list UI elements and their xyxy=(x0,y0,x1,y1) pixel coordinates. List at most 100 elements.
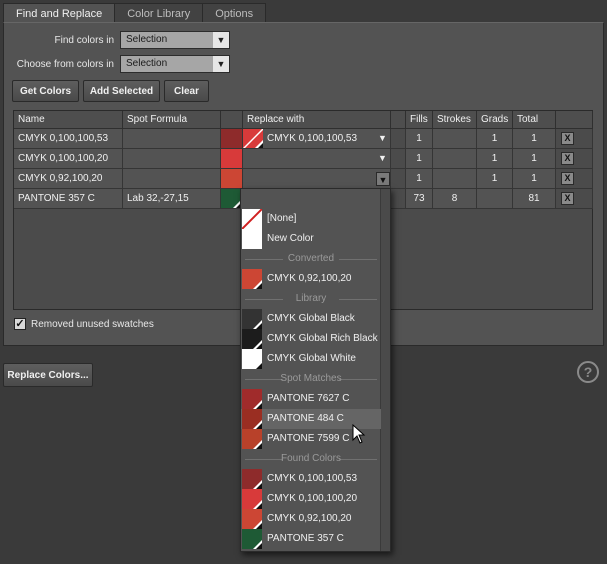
choose-from-colors-in-select[interactable]: Selection ▼ xyxy=(120,55,230,73)
row-strokes xyxy=(433,129,477,149)
dropdown-item[interactable]: New Color xyxy=(241,229,381,249)
dropdown-item-swatch xyxy=(242,269,262,289)
dropdown-item[interactable]: CMYK Global Black xyxy=(241,309,381,329)
row-total: 81 xyxy=(513,189,556,209)
replace-colors-button[interactable]: Replace Colors... xyxy=(3,363,93,387)
dropdown-item-label: PANTONE 7627 C xyxy=(267,393,350,404)
row-strokes: 8 xyxy=(433,189,477,209)
dropdown-item-label: PANTONE 357 C xyxy=(267,533,344,544)
col-fills: Fills xyxy=(406,111,433,129)
chevron-down-icon[interactable]: ▼ xyxy=(376,172,390,186)
row-total: 1 xyxy=(513,129,556,149)
dropdown-item-swatch xyxy=(242,429,262,449)
row-spot-formula xyxy=(123,169,221,189)
chevron-down-icon: ▼ xyxy=(213,56,229,72)
row-arrow-cell xyxy=(391,189,406,209)
row-fills: 1 xyxy=(406,169,433,189)
col-swatch xyxy=(221,111,243,129)
remove-row-button[interactable]: X xyxy=(561,152,574,165)
tab-color-library[interactable]: Color Library xyxy=(114,3,204,23)
add-selected-button[interactable]: Add Selected xyxy=(83,80,160,102)
tab-find-and-replace[interactable]: Find and Replace xyxy=(3,3,116,24)
dropdown-scrollbar[interactable] xyxy=(380,189,390,551)
dropdown-item[interactable]: CMYK 0,92,100,20 xyxy=(241,269,381,289)
dropdown-item[interactable]: CMYK Global Rich Black xyxy=(241,329,381,349)
row-grads: 1 xyxy=(477,149,513,169)
row-total: 1 xyxy=(513,169,556,189)
dropdown-item-swatch xyxy=(241,208,263,230)
remove-row-button[interactable]: X xyxy=(561,132,574,145)
dropdown-item-label: PANTONE 484 C xyxy=(267,413,344,424)
dropdown-item-label: CMYK 0,100,100,20 xyxy=(267,493,358,504)
dropdown-item-label: PANTONE 7599 C xyxy=(267,433,350,444)
row-grads xyxy=(477,189,513,209)
col-grads: Grads xyxy=(477,111,513,129)
row-fills: 1 xyxy=(406,149,433,169)
clear-button[interactable]: Clear xyxy=(164,80,209,102)
get-colors-button[interactable]: Get Colors xyxy=(12,80,79,102)
dropdown-item-label: CMYK Global Rich Black xyxy=(267,333,378,344)
row-arrow-cell xyxy=(391,129,406,149)
row-replace-with[interactable] xyxy=(243,169,391,189)
replace-with-label: CMYK 0,100,100,53 xyxy=(267,133,358,144)
remove-row-button[interactable]: X xyxy=(561,192,574,205)
dropdown-item-label: New Color xyxy=(267,233,314,244)
dropdown-section-label: Found Colors xyxy=(280,453,342,464)
choose-from-colors-in-value: Selection xyxy=(121,56,213,72)
mouse-cursor-icon xyxy=(352,424,366,444)
dropdown-item[interactable]: CMYK 0,92,100,20 xyxy=(241,509,381,529)
dropdown-item[interactable]: CMYK 0,100,100,53 xyxy=(241,469,381,489)
help-icon[interactable]: ? xyxy=(577,361,599,383)
dropdown-item-swatch xyxy=(242,349,262,369)
row-fills: 1 xyxy=(406,129,433,149)
dropdown-item[interactable]: PANTONE 357 C xyxy=(241,529,381,549)
dropdown-item-swatch xyxy=(242,409,262,429)
row-replace-with[interactable]: CMYK 0,100,100,53 xyxy=(243,129,391,149)
find-colors-in-select[interactable]: Selection ▼ xyxy=(120,31,230,49)
dropdown-item-label: CMYK 0,92,100,20 xyxy=(267,513,352,524)
row-spot-formula xyxy=(123,129,221,149)
col-name: Name xyxy=(14,111,123,129)
dropdown-item-label: [None] xyxy=(267,213,297,224)
row-color-swatch xyxy=(221,169,243,189)
dropdown-item[interactable]: [None] xyxy=(241,208,381,230)
dropdown-item-swatch xyxy=(242,469,262,489)
row-replace-with[interactable] xyxy=(243,149,391,169)
dropdown-item-swatch xyxy=(242,389,262,409)
row-color-swatch xyxy=(221,129,243,149)
dropdown-section-header: Spot Matches xyxy=(241,369,381,389)
row-grads: 1 xyxy=(477,169,513,189)
dropdown-item-swatch xyxy=(242,529,262,549)
dropdown-item[interactable]: CMYK Global White xyxy=(241,349,381,369)
row-color-swatch xyxy=(221,149,243,169)
dropdown-section-header: Converted xyxy=(241,249,381,269)
dropdown-section-label: Converted xyxy=(287,253,335,264)
row-fills: 73 xyxy=(406,189,433,209)
chevron-down-icon[interactable]: ▼ xyxy=(378,133,387,143)
row-name: CMYK 0,100,100,53 xyxy=(14,129,123,149)
col-total: Total xyxy=(513,111,556,129)
row-strokes xyxy=(433,169,477,189)
removed-unused-checkbox[interactable]: ✓ xyxy=(14,318,26,330)
dropdown-item-swatch xyxy=(242,329,262,349)
dropdown-item[interactable]: CMYK 0,100,100,20 xyxy=(241,489,381,509)
remove-row-button[interactable]: X xyxy=(561,172,574,185)
replace-color-swatch xyxy=(243,129,263,148)
col-strokes: Strokes xyxy=(433,111,477,129)
removed-unused-label: Removed unused swatches xyxy=(31,319,154,330)
chevron-down-icon[interactable]: ▼ xyxy=(378,153,387,163)
dropdown-item-label: CMYK 0,100,100,53 xyxy=(267,473,358,484)
replace-with-dropdown: [None] New Color Converted CMYK 0,92,100,20… xyxy=(240,188,391,552)
find-colors-in-label: Find colors in xyxy=(54,34,114,46)
row-arrow-cell xyxy=(391,169,406,189)
dropdown-section-label: Library xyxy=(295,293,327,304)
tab-options[interactable]: Options xyxy=(202,3,267,23)
dropdown-item-label: CMYK Global Black xyxy=(267,313,355,324)
dropdown-item[interactable]: PANTONE 7627 C xyxy=(241,389,381,409)
dropdown-section-header: Found Colors xyxy=(241,449,381,469)
col-replace-with: Replace with xyxy=(243,111,391,129)
dropdown-item-swatch xyxy=(242,489,262,509)
row-name: PANTONE 357 C xyxy=(14,189,123,209)
dropdown-section-label: Spot Matches xyxy=(280,373,342,384)
row-name: CMYK 0,100,100,20 xyxy=(14,149,123,169)
